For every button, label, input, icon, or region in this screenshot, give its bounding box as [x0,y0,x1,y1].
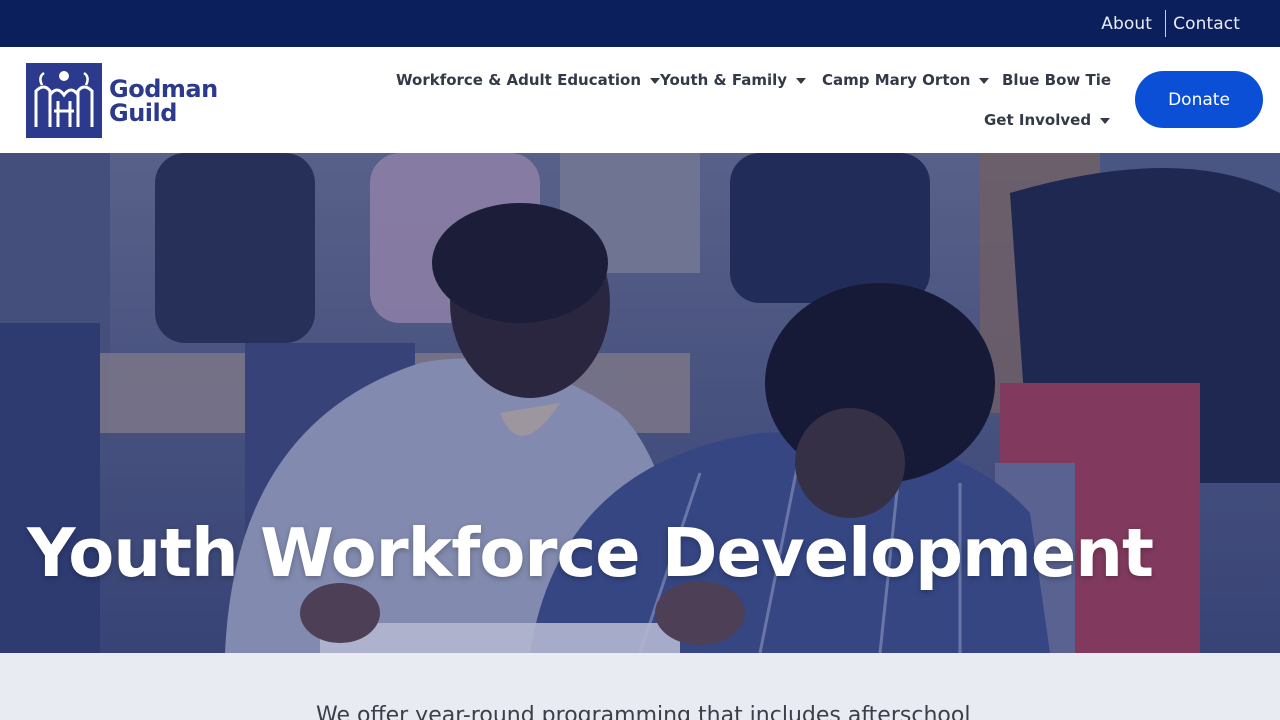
utility-divider [1165,10,1166,37]
utility-bar: About Contact [0,0,1280,47]
intro-section: We offer year-round programming that inc… [0,653,1280,720]
contact-link[interactable]: Contact [1173,0,1240,47]
nav-label: Blue Bow Tie [1002,71,1112,89]
intro-text: We offer year-round programming that inc… [316,703,971,720]
logo[interactable]: Godman Guild [26,63,218,138]
nav-workforce-adult-education[interactable]: Workforce & Adult Education [396,69,661,91]
chevron-down-icon [796,77,807,84]
logo-line-2: Guild [109,98,177,127]
chevron-down-icon [650,77,661,84]
donate-button[interactable]: Donate [1135,71,1263,128]
nav-get-involved[interactable]: Get Involved [984,109,1111,131]
chevron-down-icon [1100,117,1111,124]
hero-banner: Youth Workforce Development [0,153,1280,653]
nav-youth-family[interactable]: Youth & Family [660,69,807,91]
hero-title: Youth Workforce Development [26,514,1154,592]
about-link[interactable]: About [1101,0,1152,47]
logo-line-1: Godman [109,74,218,103]
nav-label: Get Involved [984,111,1092,129]
nav-blue-bow-tie[interactable]: Blue Bow Tie [1002,69,1111,91]
nav-label: Workforce & Adult Education [396,71,642,89]
chevron-down-icon [979,77,990,84]
nav-label: Youth & Family [660,71,788,89]
nav-label: Camp Mary Orton [822,71,971,89]
logo-icon [26,63,102,138]
nav-camp-mary-orton[interactable]: Camp Mary Orton [822,69,990,91]
site-header: Godman Guild Workforce & Adult Education… [0,47,1280,153]
logo-wordmark: Godman Guild [109,77,218,125]
